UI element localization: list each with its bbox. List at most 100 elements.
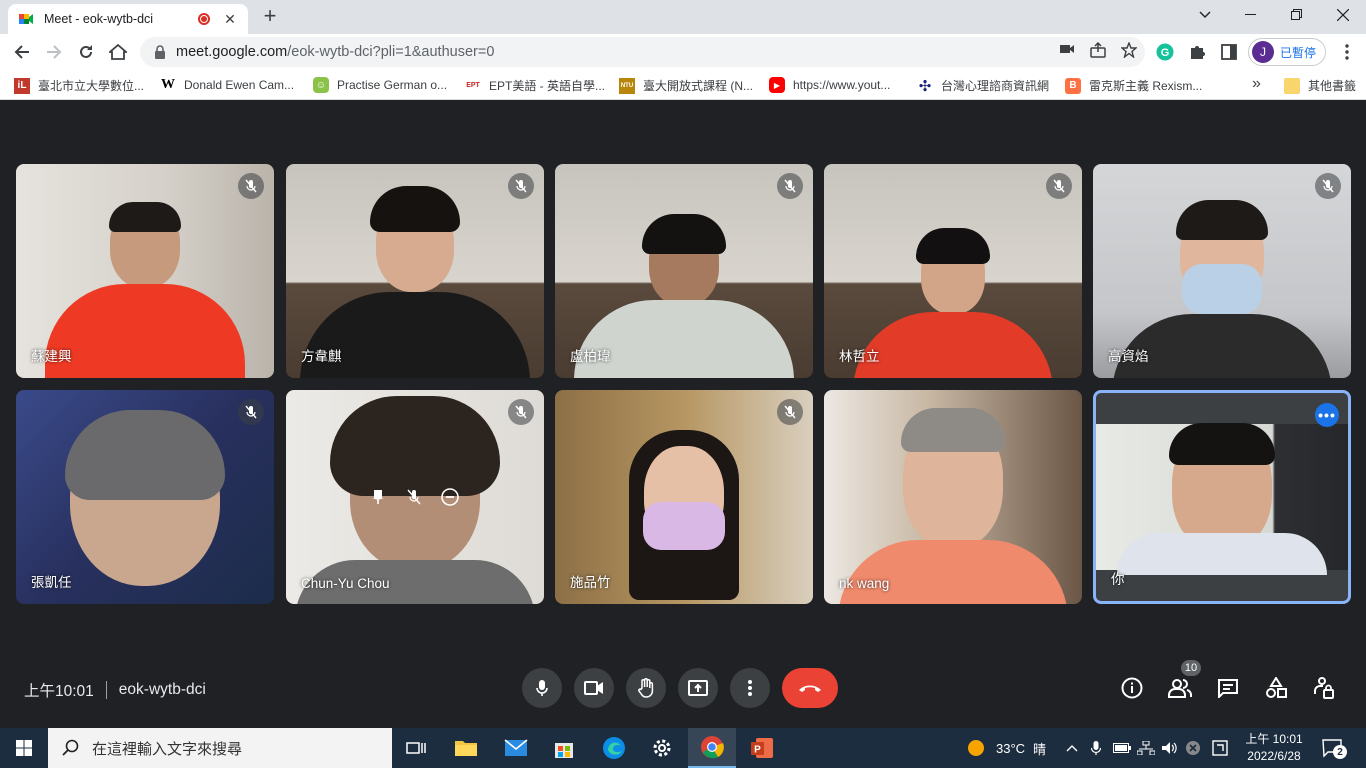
clock-date[interactable]: 上午 10:01 2022/6/28 bbox=[1238, 731, 1310, 765]
taskbar-time: 上午 10:01 bbox=[1245, 732, 1303, 746]
close-tab-icon[interactable]: ✕ bbox=[222, 11, 238, 28]
windows-taskbar: 在這裡輸入文字來搜尋 P 33°C 晴 上午 10:01 2022/6/28 2 bbox=[0, 728, 1366, 768]
self-tile[interactable]: ••• 你 bbox=[1093, 390, 1351, 604]
tab-title: Meet - eok-wytb-dci bbox=[44, 12, 154, 26]
participant-name: 林哲立 bbox=[839, 349, 880, 364]
mail-icon bbox=[504, 739, 528, 756]
pin-icon[interactable] bbox=[364, 483, 392, 511]
chrome-menu-icon[interactable] bbox=[1336, 41, 1358, 63]
address-bar[interactable]: meet.google.com/eok-wytb-dci?pli=1&authu… bbox=[140, 37, 1145, 67]
minimize-button[interactable] bbox=[1228, 0, 1274, 30]
participant-tile[interactable]: 盧柏瑋 bbox=[555, 164, 813, 378]
side-panel-icon[interactable] bbox=[1218, 41, 1240, 63]
bookmark-item[interactable]: W Donald Ewen Cam... bbox=[160, 77, 294, 93]
status-x-icon[interactable] bbox=[1185, 728, 1201, 768]
taskbar-powerpoint[interactable]: P bbox=[738, 728, 786, 768]
meeting-details-button[interactable] bbox=[1119, 675, 1145, 701]
home-button[interactable] bbox=[106, 40, 130, 64]
forward-button[interactable] bbox=[42, 40, 66, 64]
reload-button[interactable] bbox=[74, 40, 98, 64]
search-icon bbox=[62, 739, 79, 756]
bookmark-item[interactable]: ✣ 台灣心理諮商資訊網 bbox=[917, 77, 1049, 95]
bookmark-favicon-icon: NTU bbox=[619, 77, 635, 94]
bookmark-item[interactable]: iL 臺北市立大學數位... bbox=[14, 77, 144, 94]
recording-icon bbox=[198, 13, 210, 25]
taskbar-chrome[interactable] bbox=[688, 728, 736, 768]
taskbar-search[interactable]: 在這裡輸入文字來搜尋 bbox=[48, 728, 392, 768]
profile-avatar: J bbox=[1252, 41, 1274, 63]
bookmark-star-icon[interactable] bbox=[1121, 42, 1137, 58]
bookmark-item[interactable]: EPT EPT美語 - 英語自學... bbox=[465, 77, 605, 94]
extensions-puzzle-icon[interactable] bbox=[1186, 41, 1208, 63]
camera-button[interactable] bbox=[574, 668, 614, 708]
other-bookmarks-folder[interactable]: 其他書籤 bbox=[1284, 77, 1356, 94]
taskbar-mail[interactable] bbox=[492, 728, 540, 768]
restore-button[interactable] bbox=[1274, 0, 1320, 30]
tab-search-icon[interactable] bbox=[1182, 0, 1228, 30]
input-method-icon[interactable] bbox=[1212, 728, 1228, 768]
mute-participant-icon[interactable] bbox=[400, 483, 428, 511]
weather-widget[interactable]: 33°C 晴 bbox=[966, 728, 1046, 768]
participant-tile[interactable]: 蘇建興 bbox=[16, 164, 274, 378]
activities-button[interactable] bbox=[1263, 675, 1289, 701]
bookmark-label: 雷克斯主義 Rexism... bbox=[1089, 79, 1203, 93]
bookmark-item[interactable]: ☺ Practise German o... bbox=[313, 77, 447, 93]
microphone-icon bbox=[536, 680, 548, 696]
search-placeholder: 在這裡輸入文字來搜尋 bbox=[92, 740, 243, 758]
close-window-button[interactable] bbox=[1320, 0, 1366, 30]
microphone-button[interactable] bbox=[522, 668, 562, 708]
present-screen-button[interactable] bbox=[678, 668, 718, 708]
network-icon[interactable] bbox=[1137, 728, 1155, 768]
participant-tile[interactable]: 張凱任 bbox=[16, 390, 274, 604]
participant-tile[interactable]: 高資焰 bbox=[1093, 164, 1351, 378]
muted-mic-icon bbox=[238, 399, 264, 425]
bookmark-item[interactable]: B 雷克斯主義 Rexism... bbox=[1065, 77, 1202, 94]
more-bookmarks-chevron-icon[interactable]: » bbox=[1252, 75, 1261, 93]
more-options-button[interactable] bbox=[730, 668, 770, 708]
bookmark-item[interactable]: NTU 臺大開放式課程 (N... bbox=[619, 77, 753, 94]
show-hidden-icons-button[interactable] bbox=[1066, 728, 1078, 768]
bookmark-label: EPT美語 - 英語自學... bbox=[489, 79, 606, 93]
meeting-time: 上午10:01 bbox=[24, 683, 94, 700]
task-view-button[interactable] bbox=[392, 728, 440, 768]
remove-participant-icon[interactable] bbox=[436, 483, 464, 511]
participant-tile[interactable]: 林哲立 bbox=[824, 164, 1082, 378]
participant-tile[interactable]: 方韋麒 bbox=[286, 164, 544, 378]
battery-icon[interactable] bbox=[1113, 728, 1131, 768]
grammarly-extension-icon[interactable]: G bbox=[1154, 41, 1176, 63]
bookmark-favicon-icon: ☺ bbox=[313, 77, 329, 93]
share-icon[interactable] bbox=[1089, 42, 1107, 58]
taskbar-settings[interactable] bbox=[638, 728, 686, 768]
participant-tile[interactable]: 施品竹 bbox=[555, 390, 813, 604]
more-options-icon[interactable]: ••• bbox=[1315, 403, 1339, 427]
taskbar-store[interactable] bbox=[540, 728, 588, 768]
youtube-icon: ▶ bbox=[769, 77, 785, 93]
participant-name: 張凱任 bbox=[31, 575, 72, 590]
volume-icon[interactable] bbox=[1161, 728, 1179, 768]
chat-button[interactable] bbox=[1215, 675, 1241, 701]
chevron-up-icon bbox=[1066, 745, 1078, 752]
new-tab-button[interactable]: + bbox=[258, 5, 282, 29]
tile-hover-controls bbox=[356, 480, 472, 514]
taskbar-edge[interactable] bbox=[590, 728, 638, 768]
notifications-button[interactable]: 2 bbox=[1322, 728, 1347, 768]
svg-text:P: P bbox=[754, 745, 761, 756]
leave-call-button[interactable] bbox=[782, 668, 838, 708]
people-button[interactable] bbox=[1167, 675, 1193, 701]
camera-icon bbox=[584, 681, 603, 695]
profile-button[interactable]: J 已暫停 bbox=[1248, 38, 1326, 66]
microphone-tray-icon[interactable] bbox=[1090, 728, 1102, 768]
back-button[interactable] bbox=[10, 40, 34, 64]
participant-tile[interactable]: nk wang bbox=[824, 390, 1082, 604]
more-vert-icon bbox=[748, 680, 752, 696]
start-button[interactable] bbox=[0, 728, 48, 768]
host-controls-button[interactable] bbox=[1311, 675, 1337, 701]
sun-icon bbox=[968, 740, 984, 756]
camera-in-use-icon[interactable] bbox=[1059, 42, 1075, 56]
participant-tile[interactable]: Chun-Yu Chou bbox=[286, 390, 544, 604]
taskbar-file-explorer[interactable] bbox=[442, 728, 490, 768]
raise-hand-button[interactable] bbox=[626, 668, 666, 708]
participant-name: 方韋麒 bbox=[301, 349, 342, 364]
bookmark-item[interactable]: ▶ https://www.yout... bbox=[769, 77, 890, 93]
tab-meet[interactable]: Meet - eok-wytb-dci ✕ bbox=[8, 4, 248, 34]
